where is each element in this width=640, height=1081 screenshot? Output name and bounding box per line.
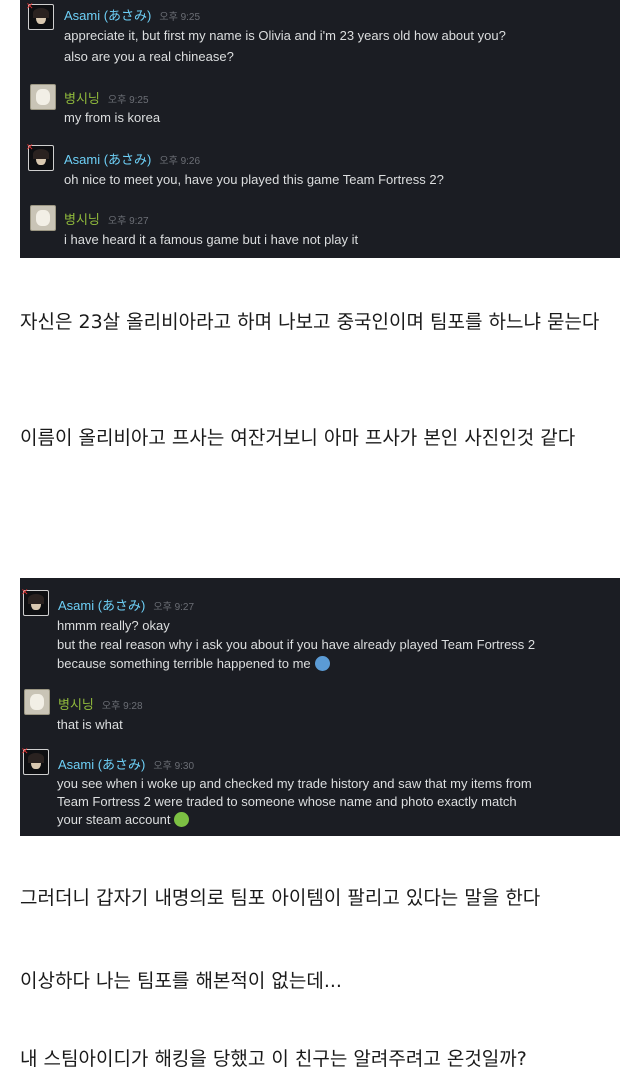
avatar: ✕ — [26, 143, 54, 171]
sender-name: Asami (あさみ) 오후 9:27 — [58, 598, 195, 613]
avatar: ✕ — [26, 2, 54, 30]
avatar — [30, 205, 56, 231]
body-paragraph: 이상하다 나는 팀포를 해본적이 없는데... — [20, 970, 342, 992]
sender-name: Asami (あさみ) 오후 9:26 — [64, 152, 201, 167]
message-text: your steam account — [57, 812, 190, 827]
message-text: that is what — [57, 717, 123, 732]
message-text: hmmm really? okay — [57, 618, 170, 633]
sender-name: Asami (あさみ) 오후 9:30 — [58, 757, 195, 772]
message-text: oh nice to meet you, have you played thi… — [64, 172, 444, 187]
avatar — [30, 84, 56, 110]
sender-name: Asami (あさみ) 오후 9:25 — [64, 8, 201, 23]
sender-name: 병시닝 오후 9:27 — [64, 212, 149, 227]
angry-emote-icon — [174, 812, 190, 827]
sad-emote-icon — [314, 656, 330, 671]
message-text: my from is korea — [64, 110, 161, 125]
body-paragraph: 그러더니 갑자기 내명의로 팀포 아이템이 팔리고 있다는 말을 한다 — [20, 887, 541, 909]
chat-screenshot-2: ✕ Asami (あさみ) 오후 9:27 hmmm really? okay b… — [20, 578, 620, 836]
message-text: appreciate it, but first my name is Oliv… — [64, 28, 506, 43]
message-text: because something terrible happened to m… — [57, 656, 330, 671]
avatar — [24, 689, 50, 715]
message-text: i have heard it a famous game but i have… — [64, 232, 359, 247]
chat-screenshot-1: ✕ Asami (あさみ) 오후 9:25 appreciate it, but … — [20, 0, 620, 258]
message-text: also are you a real chinease? — [64, 49, 234, 64]
sender-name: 병시닝 오후 9:28 — [58, 697, 143, 712]
body-paragraph: 이름이 올리비아고 프사는 여잔거보니 아마 프사가 본인 사진인것 같다 — [20, 427, 576, 449]
message-text: but the real reason why i ask you about … — [57, 637, 536, 652]
body-paragraph: 자신은 23살 올리비아라고 하며 나보고 중국인이며 팀포를 하느냐 묻는다 — [20, 311, 600, 333]
avatar: ✕ — [21, 747, 49, 775]
sender-name: 병시닝 오후 9:25 — [64, 91, 149, 106]
body-paragraph: 내 스팀아이디가 해킹을 당했고 이 친구는 알려주려고 온것일까? — [20, 1048, 527, 1070]
message-text: you see when i woke up and checked my tr… — [57, 776, 532, 791]
avatar: ✕ — [21, 588, 49, 616]
message-text: Team Fortress 2 were traded to someone w… — [57, 794, 517, 809]
